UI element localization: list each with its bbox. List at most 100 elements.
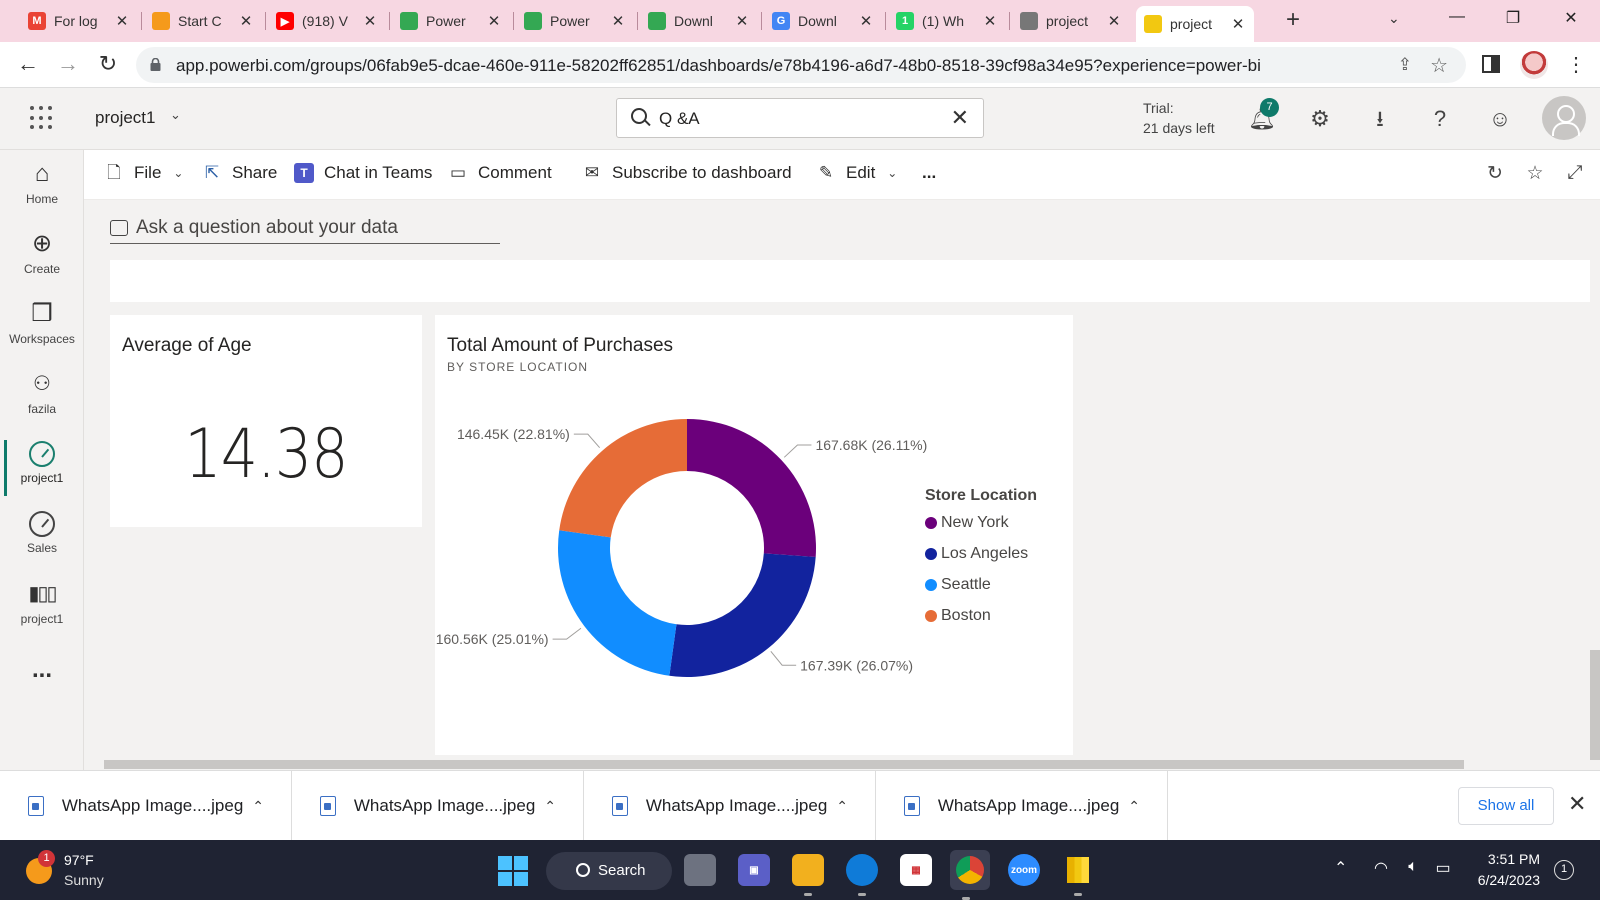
profile-avatar[interactable] [1520,51,1548,79]
tab-close-icon[interactable]: ✕ [114,12,130,30]
download-item[interactable]: WhatsApp Image....jpeg ⌃ [584,771,876,841]
windows-start-icon[interactable] [498,856,528,886]
forward-icon[interactable]: → [54,52,82,78]
tab-search-chevron-icon[interactable]: ⌄ [1388,10,1400,27]
new-tab-button[interactable]: + [1280,8,1306,34]
nav-dashboard-sales[interactable]: Sales [0,504,84,566]
chevron-down-icon[interactable]: ⌄ [170,107,181,123]
chrome-icon[interactable] [950,850,990,900]
clock-time[interactable]: 3:51 PM [1480,851,1540,867]
legend-item[interactable]: New York [925,514,1009,532]
minimize-icon[interactable]: — [1442,8,1472,26]
wifi-icon[interactable]: ◠ [1370,858,1392,878]
weather-condition[interactable]: Sunny [64,872,104,888]
tab-close-icon[interactable]: ✕ [1106,12,1122,30]
close-window-icon[interactable]: ✕ [1556,8,1586,28]
share-page-icon[interactable]: ⇪ [1398,55,1412,75]
browser-tab[interactable]: 1 (1) Wh ✕ [888,6,1006,36]
donut-slice[interactable] [559,419,687,538]
download-item[interactable]: WhatsApp Image....jpeg ⌃ [0,771,292,841]
donut-slice[interactable] [669,553,816,677]
restore-window-icon[interactable]: ❐ [1498,8,1528,28]
browser-tab[interactable]: project ✕ [1012,6,1130,36]
legend-item[interactable]: Boston [925,607,991,625]
subscribe-button[interactable]: ✉ Subscribe to dashboard [582,163,792,183]
trial-status[interactable]: Trial: 21 days left [1143,98,1215,138]
refresh-icon[interactable]: ↻ [1482,162,1508,185]
download-item[interactable]: WhatsApp Image....jpeg ⌃ [876,771,1168,841]
tab-close-icon[interactable]: ✕ [610,12,626,30]
donut-slice[interactable] [687,419,816,558]
tab-close-icon[interactable]: ✕ [1230,15,1246,33]
average-age-card-tile[interactable]: Average of Age 14.38 [110,315,422,527]
horizontal-scrollbar[interactable] [104,760,1464,769]
legend-item[interactable]: Seattle [925,576,991,594]
edge-browser-icon[interactable] [846,854,878,896]
microsoft-store-icon[interactable]: ▦ [900,854,932,886]
reload-icon[interactable]: ↻ [94,52,122,78]
search-input-value[interactable]: Q &A [659,109,700,129]
teams-chat-icon[interactable]: ▣ [738,854,770,886]
clock-date[interactable]: 6/24/2023 [1464,872,1540,888]
share-button[interactable]: ⇱ Share [202,163,278,183]
tab-close-icon[interactable]: ✕ [362,12,378,30]
search-input[interactable]: Q &A ✕ [616,98,984,138]
url-text[interactable]: app.powerbi.com/groups/06fab9e5-dcae-460… [176,56,1261,76]
tab-close-icon[interactable]: ✕ [982,12,998,30]
weather-temperature[interactable]: 97°F [64,852,94,868]
browser-tab[interactable]: Start C ✕ [144,6,262,36]
help-icon[interactable]: ? [1427,106,1453,132]
show-all-downloads-button[interactable]: Show all [1458,787,1554,825]
browser-tab[interactable]: ▶ (918) V ✕ [268,6,386,36]
nav-workspaces[interactable]: ❒ Workspaces [0,294,84,356]
edit-menu-button[interactable]: ✎ Edit ⌄ [816,163,897,183]
comment-button[interactable]: ▭ Comment [448,163,552,183]
donut-slice[interactable] [558,530,677,676]
more-options-button[interactable]: ... [922,163,936,183]
omnibox[interactable]: app.powerbi.com/groups/06fab9e5-dcae-460… [136,47,1466,83]
app-launcher-icon[interactable] [30,106,54,130]
notification-center-count[interactable]: 1 [1554,860,1574,880]
settings-gear-icon[interactable]: ⚙ [1307,106,1333,132]
browser-tab[interactable]: Power ✕ [392,6,510,36]
file-explorer-icon[interactable] [792,854,824,896]
nav-home[interactable]: ⌂ Home [0,154,84,216]
purchases-donut-tile[interactable]: Total Amount of Purchases BY STORE LOCAT… [435,315,1073,755]
chat-in-teams-button[interactable]: T Chat in Teams [294,163,432,183]
back-icon[interactable]: ← [14,52,42,78]
bookmark-star-icon[interactable]: ☆ [1430,53,1448,78]
battery-icon[interactable]: ▭ [1432,858,1454,878]
download-item[interactable]: WhatsApp Image....jpeg ⌃ [292,771,584,841]
side-panel-icon[interactable] [1482,55,1500,73]
download-options-chevron-icon[interactable]: ⌃ [827,798,857,815]
task-view-icon[interactable] [684,854,716,886]
tab-close-icon[interactable]: ✕ [486,12,502,30]
fullscreen-expand-icon[interactable]: ⤢ [1562,162,1588,184]
zoom-icon[interactable]: zoom [1008,854,1040,886]
browser-tab[interactable]: G Downl ✕ [764,6,882,36]
nav-workspace-fazila[interactable]: ⚇ fazila [0,364,84,426]
nav-report-project1[interactable]: ▮▯▯ project1 [0,574,84,636]
download-options-chevron-icon[interactable]: ⌃ [1119,798,1149,815]
close-downloads-icon[interactable]: ✕ [1568,791,1586,817]
vertical-scrollbar[interactable] [1590,650,1600,760]
feedback-smiley-icon[interactable]: ☺ [1487,106,1513,132]
tab-close-icon[interactable]: ✕ [238,12,254,30]
browser-tab[interactable]: Downl ✕ [640,6,758,36]
browser-tab[interactable]: Power ✕ [516,6,634,36]
download-icon[interactable]: ⭳ [1367,106,1393,132]
qa-question-input[interactable]: Ask a question about your data [110,212,500,244]
browser-menu-icon[interactable]: ⋮ [1566,52,1586,77]
download-options-chevron-icon[interactable]: ⌃ [243,798,273,815]
nav-dashboard-project1[interactable]: project1 [0,434,84,496]
tab-close-icon[interactable]: ✕ [858,12,874,30]
account-avatar-icon[interactable] [1542,96,1586,140]
browser-tab[interactable]: M For log ✕ [20,6,138,36]
clear-search-icon[interactable]: ✕ [951,105,969,131]
tab-close-icon[interactable]: ✕ [734,12,750,30]
tray-overflow-chevron-icon[interactable]: ⌃ [1334,858,1347,878]
workspace-name[interactable]: project1 [95,108,155,128]
download-options-chevron-icon[interactable]: ⌃ [535,798,565,815]
nav-create[interactable]: ⊕ Create [0,224,84,286]
taskbar-search-button[interactable]: Search [546,852,672,890]
